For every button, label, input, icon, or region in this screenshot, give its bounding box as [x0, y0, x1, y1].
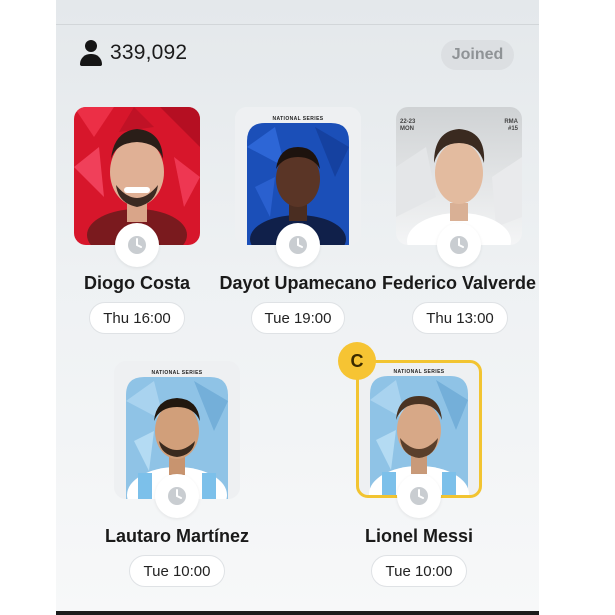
lineup-status-clock: [155, 474, 199, 518]
clock-icon: [410, 487, 428, 505]
player-name: Lautaro Martínez: [104, 526, 250, 546]
player-name: Dayot Upamecano: [219, 273, 377, 293]
divider: [56, 24, 539, 25]
person-icon: [80, 40, 102, 66]
lineup-status-clock: [115, 223, 159, 267]
lineup-status-clock: [397, 474, 441, 518]
kickoff-time: Thu 16:00: [89, 302, 185, 334]
participant-count-row: 339,092: [80, 38, 187, 68]
kickoff-time: Tue 10:00: [371, 555, 467, 587]
player-name: Federico Valverde: [381, 273, 537, 293]
clock-icon: [289, 236, 307, 254]
kickoff-time: Tue 19:00: [251, 302, 345, 334]
card-series-label: NATIONAL SERIES: [151, 370, 203, 376]
bottom-edge: [56, 611, 539, 615]
kickoff-time: Thu 13:00: [412, 302, 508, 334]
clock-icon: [450, 236, 468, 254]
card-corner-left: 22-23 MON: [400, 119, 416, 132]
captain-badge[interactable]: C: [338, 342, 376, 380]
joined-status-badge: Joined: [441, 40, 514, 70]
card-series-label: NATIONAL SERIES: [272, 116, 324, 122]
player-name: Diogo Costa: [84, 273, 190, 293]
lineup-panel: 339,092 Joined Diogo Costa Thu 16:00 NAT…: [56, 0, 539, 612]
lineup-status-clock: [276, 223, 320, 267]
lineup-status-clock: [437, 223, 481, 267]
kickoff-time: Tue 10:00: [129, 555, 225, 587]
card-corner-right: RMA #15: [504, 119, 518, 132]
clock-icon: [168, 487, 186, 505]
player-name: Lionel Messi: [364, 526, 474, 546]
participant-count: 339,092: [110, 41, 188, 64]
clock-icon: [128, 236, 146, 254]
